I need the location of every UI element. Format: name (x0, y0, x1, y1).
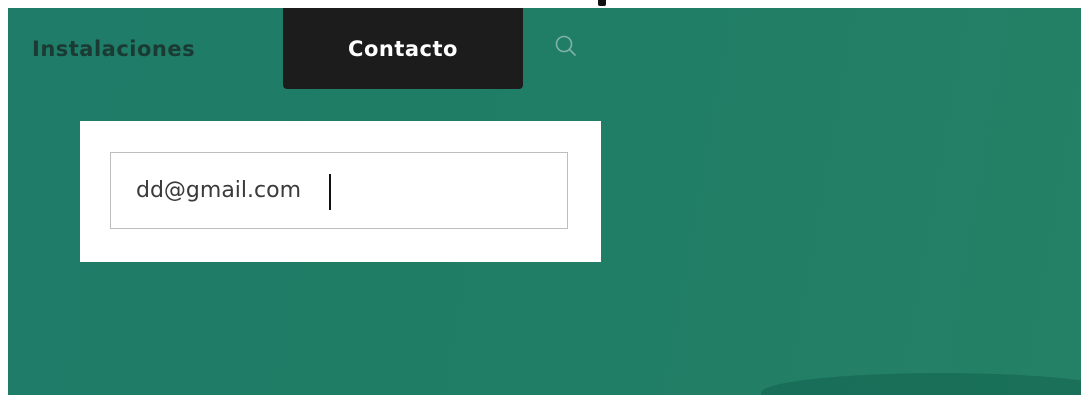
email-input[interactable] (110, 152, 568, 229)
nav-item-label: Contacto (348, 36, 458, 61)
hero-decoration (761, 373, 1081, 395)
newsletter-card (80, 121, 601, 262)
nav-item-contacto[interactable]: Contacto (283, 8, 523, 89)
text-caret (329, 174, 331, 210)
nav-item-label: Instalaciones (32, 36, 196, 61)
nav-item-instalaciones[interactable]: Instalaciones (32, 8, 195, 89)
search-icon[interactable] (553, 33, 579, 59)
page: Instalaciones Contacto (0, 0, 1081, 403)
clipped-text-fragment (598, 0, 606, 6)
top-bar-edge (0, 0, 1081, 8)
